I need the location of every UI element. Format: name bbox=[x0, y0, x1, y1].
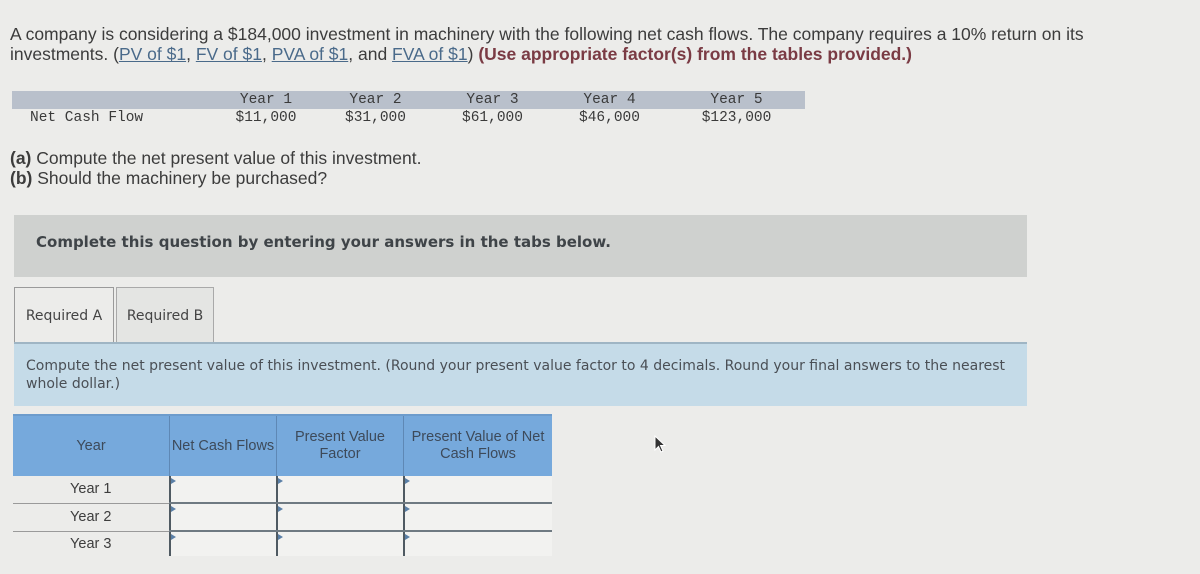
pv-factor-column-header: Present Value Factor bbox=[276, 414, 404, 476]
ncf-cell bbox=[168, 503, 277, 532]
part-a-marker: (a) bbox=[10, 148, 32, 168]
year-header: Year 4 bbox=[551, 91, 668, 109]
cash-flow-row: Net Cash Flow $11,000 $31,000 $61,000 $4… bbox=[12, 109, 805, 127]
table-row: Year 1 bbox=[13, 476, 552, 504]
year-label: Year 3 bbox=[13, 531, 170, 556]
row-label: Net Cash Flow bbox=[30, 110, 144, 126]
pv-cell bbox=[402, 503, 552, 532]
pv-input-year-2[interactable] bbox=[404, 505, 552, 529]
net-cash-flows-column-header: Net Cash Flows bbox=[169, 414, 277, 476]
instruction-bar: Complete this question by entering your … bbox=[14, 215, 1027, 277]
pv-factor-input-year-3[interactable] bbox=[277, 532, 403, 556]
year-column-header: Year bbox=[13, 414, 170, 476]
pv-net-cash-flows-column-header: Present Value of Net Cash Flows bbox=[403, 414, 552, 476]
part-b-marker: (b) bbox=[10, 168, 33, 188]
year-header: Year 3 bbox=[434, 91, 551, 109]
pv-cell bbox=[402, 476, 552, 504]
year-header: Year 5 bbox=[668, 91, 805, 109]
pv-factor-input-year-2[interactable] bbox=[277, 505, 403, 529]
net-cash-flow-input-year-3[interactable] bbox=[170, 532, 276, 556]
part-b-text: Should the machinery be purchased? bbox=[32, 168, 328, 188]
tab-required-b[interactable]: Required B bbox=[116, 287, 214, 343]
pvf-cell bbox=[275, 503, 404, 532]
pvf-cell bbox=[275, 476, 404, 504]
pva-of-1-link[interactable]: PVA of $1 bbox=[272, 44, 349, 64]
year-header: Year 2 bbox=[317, 91, 434, 109]
tab-bar: Required A Required B bbox=[14, 287, 214, 343]
pv-input-year-1[interactable] bbox=[404, 477, 552, 501]
net-cash-flow-input-year-1[interactable] bbox=[170, 477, 276, 501]
pv-cell bbox=[402, 531, 552, 556]
pv-of-1-link[interactable]: PV of $1 bbox=[119, 44, 186, 64]
pvf-cell bbox=[275, 531, 404, 556]
npv-header-row: Year Net Cash Flows Present Value Factor… bbox=[13, 414, 552, 476]
part-a: (a) Compute the net present value of thi… bbox=[10, 148, 421, 168]
factor-note: (Use appropriate factor(s) from the tabl… bbox=[478, 44, 912, 64]
pv-factor-input-year-1[interactable] bbox=[277, 477, 403, 501]
cash-flow-value: $31,000 bbox=[345, 110, 406, 126]
fva-of-1-link[interactable]: FVA of $1 bbox=[392, 44, 468, 64]
separator: , bbox=[261, 44, 272, 64]
separator: ) bbox=[467, 44, 479, 64]
cash-flow-value: $61,000 bbox=[462, 110, 523, 126]
cash-flow-value: $123,000 bbox=[701, 110, 772, 126]
year-label: Year 1 bbox=[13, 476, 170, 504]
header-blank bbox=[12, 91, 215, 109]
cash-flow-table: Year 1 Year 2 Year 3 Year 4 Year 5 Net C… bbox=[12, 91, 805, 127]
problem-statement: A company is considering a $184,000 inve… bbox=[10, 24, 1170, 64]
prompt-text: Compute the net present value of this in… bbox=[26, 358, 1006, 392]
separator: , and bbox=[348, 44, 393, 64]
fv-of-1-link[interactable]: FV of $1 bbox=[196, 44, 262, 64]
cash-flow-value: $11,000 bbox=[235, 110, 297, 126]
cash-flow-header-row: Year 1 Year 2 Year 3 Year 4 Year 5 bbox=[12, 91, 805, 109]
cash-flow-value: $46,000 bbox=[579, 110, 640, 126]
table-row: Year 3 bbox=[13, 531, 552, 556]
table-row: Year 2 bbox=[13, 503, 552, 532]
ncf-cell bbox=[168, 531, 277, 556]
year-label: Year 2 bbox=[13, 503, 170, 532]
year-header: Year 1 bbox=[215, 91, 317, 109]
instruction-text: Complete this question by entering your … bbox=[36, 233, 611, 251]
separator: , bbox=[186, 44, 196, 64]
part-a-text: Compute the net present value of this in… bbox=[31, 148, 422, 168]
pv-input-year-3[interactable] bbox=[404, 532, 552, 556]
npv-table: Year Net Cash Flows Present Value Factor… bbox=[13, 414, 552, 556]
question-parts: (a) Compute the net present value of thi… bbox=[10, 148, 421, 188]
ncf-cell bbox=[168, 476, 277, 504]
net-cash-flow-input-year-2[interactable] bbox=[170, 505, 276, 529]
required-a-prompt: Compute the net present value of this in… bbox=[14, 342, 1027, 406]
part-b: (b) Should the machinery be purchased? bbox=[10, 168, 421, 188]
tab-required-a[interactable]: Required A bbox=[14, 287, 114, 343]
